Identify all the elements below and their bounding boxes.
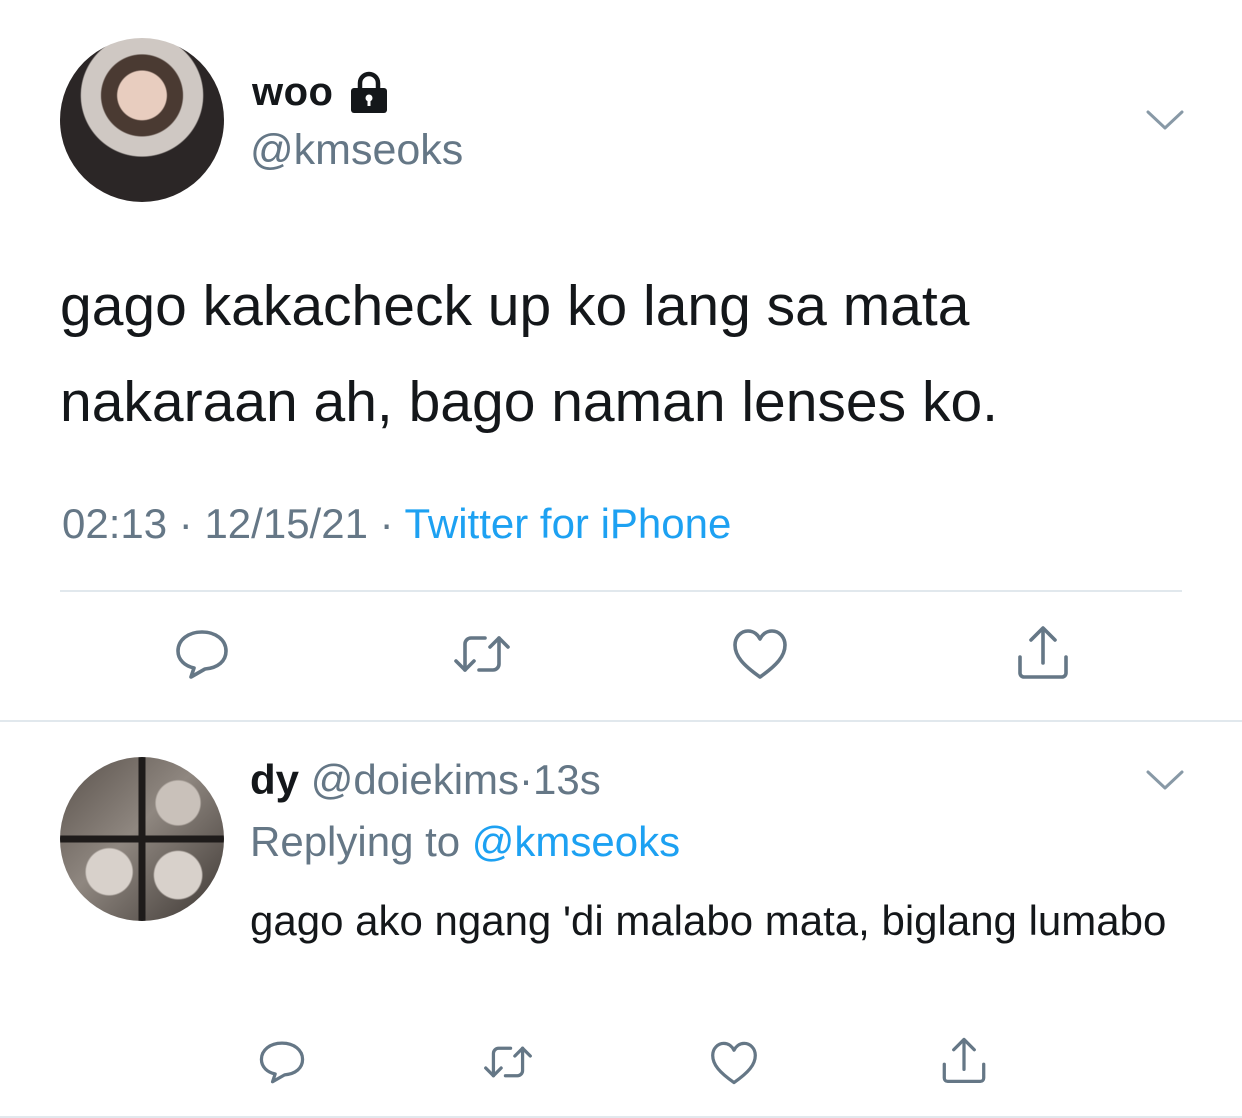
tweet-text: gago kakacheck up ko lang sa mata nakara… [60, 274, 998, 434]
reply-button[interactable] [172, 626, 232, 686]
divider [0, 720, 1242, 722]
retweet-button[interactable] [452, 626, 512, 686]
reply-handle[interactable]: @doiekims [311, 756, 519, 803]
author-display-name[interactable]: woo [252, 70, 391, 115]
author-avatar[interactable] [60, 38, 224, 202]
reply-author-avatar[interactable] [60, 757, 224, 921]
reply-icon [174, 626, 230, 687]
heart-icon [731, 627, 789, 686]
replying-to-label: Replying to [250, 818, 461, 865]
meta-separator: · [519, 756, 534, 803]
reply-timestamp: 13s [533, 756, 601, 803]
tweet-source-link[interactable]: Twitter for iPhone [405, 500, 732, 547]
like-button[interactable] [704, 1035, 764, 1095]
reply-display-name[interactable]: dy [250, 756, 299, 803]
reply-button[interactable] [252, 1034, 312, 1094]
divider [60, 590, 1182, 592]
chevron-down-icon[interactable] [1145, 108, 1185, 132]
heart-icon [709, 1040, 759, 1091]
meta-separator: · [379, 500, 394, 547]
reply-header: dy @doiekims·13s [250, 756, 601, 804]
share-button[interactable] [1013, 624, 1073, 684]
reply-icon [258, 1038, 306, 1091]
meta-separator: · [178, 500, 193, 547]
retweet-icon [482, 1038, 534, 1091]
retweet-icon [452, 626, 512, 687]
author-handle[interactable]: @kmseoks [250, 126, 463, 175]
chevron-down-icon[interactable] [1145, 768, 1185, 792]
tweet-meta: 02:13 · 12/15/21 · Twitter for iPhone [62, 500, 731, 548]
share-icon [940, 1035, 988, 1090]
display-name-text: woo [252, 70, 334, 114]
share-button[interactable] [934, 1032, 994, 1092]
share-icon [1015, 623, 1071, 686]
lock-icon [347, 71, 391, 115]
retweet-button[interactable] [478, 1034, 538, 1094]
reply-text: gago ako ngang 'di malabo mata, biglang … [250, 897, 1167, 944]
replying-to: Replying to @kmseoks [250, 818, 680, 866]
tweet-date: 12/15/21 [204, 500, 368, 547]
like-button[interactable] [730, 626, 790, 686]
tweet-time: 02:13 [62, 500, 168, 547]
replying-to-mention[interactable]: @kmseoks [472, 818, 680, 865]
